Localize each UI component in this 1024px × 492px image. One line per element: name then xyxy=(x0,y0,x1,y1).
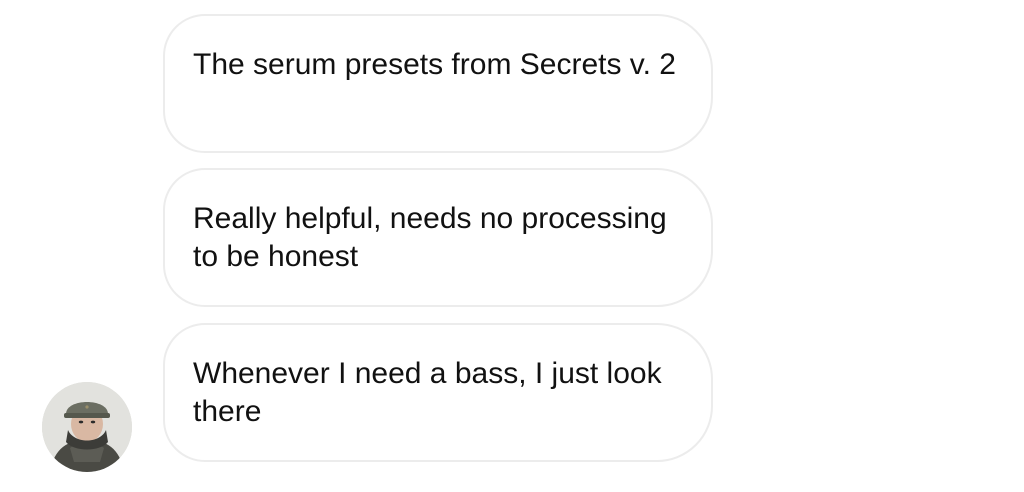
message-thread: The serum presets from Secrets v. 2 Real… xyxy=(0,0,1024,492)
message-bubble[interactable]: Whenever I need a bass, I just look ther… xyxy=(163,323,713,462)
user-photo-avatar-icon xyxy=(42,382,132,472)
message-bubble[interactable]: Really helpful, needs no processing to b… xyxy=(163,168,713,307)
message-bubble[interactable]: The serum presets from Secrets v. 2 xyxy=(163,14,713,153)
message-text: Really helpful, needs no processing to b… xyxy=(193,202,667,273)
message-text: The serum presets from Secrets v. 2 xyxy=(193,48,676,81)
sender-avatar[interactable] xyxy=(42,382,132,472)
message-text: Whenever I need a bass, I just look ther… xyxy=(193,357,662,428)
